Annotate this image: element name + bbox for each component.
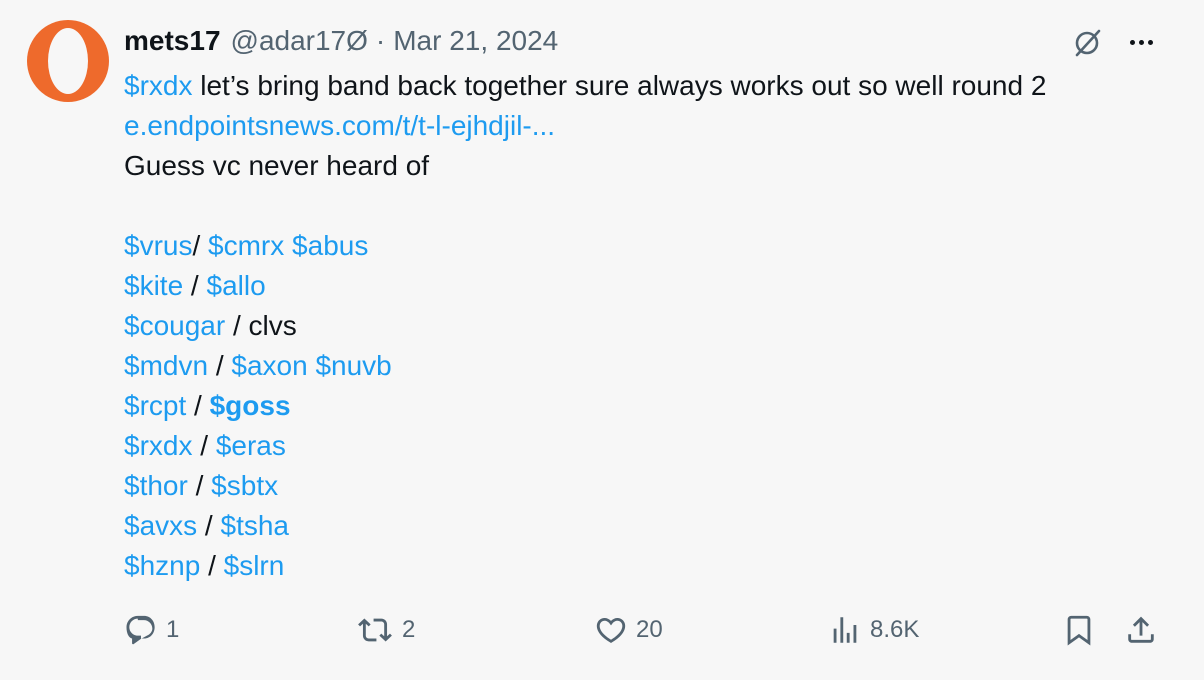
ticker-pair-line: $mdvn / $axon $nuvb — [124, 346, 1184, 386]
retweet-button[interactable]: 2 — [356, 608, 415, 652]
text-line-2: e.endpointsnews.com/t/t-l-ejhdjil-... — [124, 106, 1184, 146]
text-segment: Guess vc never heard of — [124, 150, 430, 181]
pair-separator: / — [192, 230, 209, 261]
cashtag-link[interactable]: $thor — [124, 470, 188, 501]
reply-button[interactable]: 1 — [124, 608, 179, 652]
cashtag-link[interactable]: $rxdx — [124, 70, 192, 101]
cashtag-link[interactable]: $mdvn — [124, 350, 208, 381]
action-bar: 1 2 20 8.6K — [0, 608, 1204, 652]
views-icon — [833, 617, 857, 643]
avatar-letter-shape — [48, 28, 88, 94]
ticker-pairs-list: $vrus/ $cmrx $abus $kite / $allo $cougar /… — [124, 226, 1184, 586]
pair-separator: / — [200, 550, 224, 581]
text-segment: clvs — [248, 310, 297, 341]
pair-separator: / — [186, 390, 210, 421]
more-icon — [1129, 39, 1153, 45]
bookmark-button[interactable] — [1062, 608, 1096, 652]
like-icon — [596, 617, 626, 643]
header-separator: · — [375, 25, 386, 56]
text-line-3: Guess vc never heard of — [124, 146, 1184, 186]
cashtag-link[interactable]: $vrus — [124, 230, 192, 261]
reply-icon — [126, 615, 155, 645]
more-button[interactable] — [1121, 24, 1161, 60]
ticker-pair-line: $cougar / clvs — [124, 306, 1184, 346]
user-handle[interactable]: @adar17Ø — [231, 25, 368, 57]
pair-separator: / — [183, 270, 207, 301]
pair-separator: / — [197, 510, 221, 541]
retweet-count: 2 — [402, 616, 416, 643]
bookmark-icon — [1067, 615, 1091, 646]
pair-separator: / — [225, 310, 249, 341]
tweet-header: mets17 @adar17Ø · Mar 21, 2024 — [124, 23, 558, 59]
ticker-pair-line: $rcpt / $goss — [124, 386, 1184, 426]
url-link[interactable]: e.endpointsnews.com/t/t-l-ejhdjil-... — [124, 110, 555, 141]
views-count: 8.6K — [870, 616, 920, 643]
cashtag-link[interactable]: $rcpt — [124, 390, 186, 421]
cashtag-link[interactable]: $avxs — [124, 510, 197, 541]
cashtag-link[interactable]: $eras — [216, 430, 286, 461]
cashtag-link-highlighted[interactable]: $goss — [210, 390, 291, 421]
cashtag-link[interactable]: $rxdx — [124, 430, 192, 461]
like-count: 20 — [636, 616, 663, 643]
pair-separator: / — [187, 470, 212, 501]
text-segment: let’s bring band back together sure alwa… — [192, 70, 1047, 101]
cashtag-link[interactable]: $axon — [231, 350, 307, 381]
tweet-date[interactable]: Mar 21, 2024 — [393, 25, 558, 57]
pair-separator: / — [208, 350, 232, 381]
tweet-text: $rxdx let’s bring band back together sur… — [124, 66, 1184, 586]
retweet-icon — [358, 618, 392, 642]
cashtag-link[interactable]: $hznp — [124, 550, 200, 581]
cashtag-link[interactable]: $kite — [124, 270, 183, 301]
cashtag-link[interactable]: $abus — [284, 230, 368, 261]
cashtag-link[interactable]: $allo — [207, 270, 266, 301]
like-button[interactable]: 20 — [594, 608, 663, 652]
reply-count: 1 — [166, 616, 180, 643]
ticker-pair-line: $kite / $allo — [124, 266, 1184, 306]
ticker-pair-line: $vrus/ $cmrx $abus — [124, 226, 1184, 266]
ticker-pair-line: $thor / $sbtx — [124, 466, 1184, 506]
grok-icon — [1075, 29, 1101, 57]
ticker-pair-line: $rxdx / $eras — [124, 426, 1184, 466]
share-icon — [1128, 616, 1154, 643]
cashtag-link[interactable]: $cmrx — [208, 230, 284, 261]
avatar[interactable] — [27, 20, 109, 102]
ticker-pair-line: $avxs / $tsha — [124, 506, 1184, 546]
text-line-1: $rxdx let’s bring band back together sur… — [124, 66, 1184, 106]
share-button[interactable] — [1124, 608, 1158, 652]
cashtag-link[interactable]: $tsha — [221, 510, 290, 541]
grok-button[interactable] — [1068, 24, 1108, 60]
display-name[interactable]: mets17 — [124, 25, 221, 57]
views-button[interactable]: 8.6K — [828, 608, 919, 652]
cashtag-link[interactable]: $slrn — [224, 550, 285, 581]
cashtag-link[interactable]: $nuvb — [308, 350, 391, 381]
cashtag-link[interactable]: $sbtx — [211, 470, 278, 501]
cashtag-link[interactable]: $cougar — [124, 310, 225, 341]
ticker-pair-line: $hznp / $slrn — [124, 546, 1184, 586]
pair-separator: / — [192, 430, 216, 461]
